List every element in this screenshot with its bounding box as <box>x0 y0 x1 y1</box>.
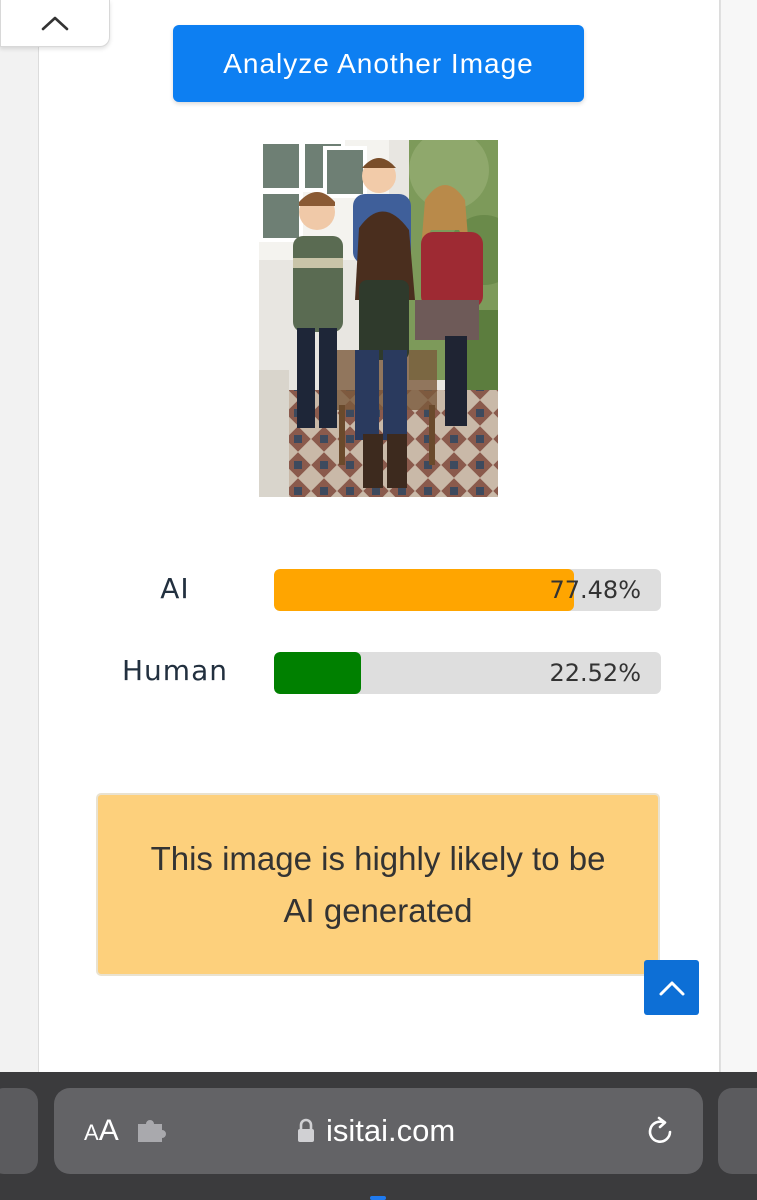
ai-progress-fill <box>274 569 574 611</box>
home-indicator <box>370 1196 386 1200</box>
previous-tab-pill[interactable] <box>0 1088 38 1174</box>
human-progress-fill <box>274 652 362 694</box>
reload-icon[interactable] <box>644 1115 676 1147</box>
chevron-up-icon <box>41 16 69 31</box>
verdict-text: This image is highly likely to be AI gen… <box>150 839 606 929</box>
human-percentage: 22.52% <box>549 659 641 687</box>
next-tab-pill[interactable] <box>718 1088 757 1174</box>
address-bar[interactable]: AA isitai.com <box>54 1088 703 1174</box>
human-progress-bar: 22.52% <box>274 652 661 694</box>
ai-label: AI <box>160 572 190 605</box>
scroll-to-top-button[interactable] <box>644 960 699 1015</box>
reader-text-size-button[interactable]: AA <box>84 1088 119 1174</box>
chevron-up-icon <box>659 981 684 995</box>
uploaded-photo <box>259 140 498 497</box>
human-label: Human <box>122 654 228 687</box>
puzzle-icon[interactable] <box>136 1118 168 1144</box>
verdict-box: This image is highly likely to be AI gen… <box>96 793 660 976</box>
collapse-tab[interactable] <box>0 0 110 47</box>
ai-progress-bar: 77.48% <box>274 569 661 611</box>
browser-toolbar: AA isitai.com <box>0 1072 757 1200</box>
right-edge-panel <box>720 0 757 1072</box>
url-text[interactable]: isitai.com <box>326 1088 455 1174</box>
analyze-another-image-button[interactable]: Analyze Another Image <box>173 25 584 102</box>
lock-icon <box>298 1118 314 1142</box>
ai-percentage: 77.48% <box>549 576 641 604</box>
